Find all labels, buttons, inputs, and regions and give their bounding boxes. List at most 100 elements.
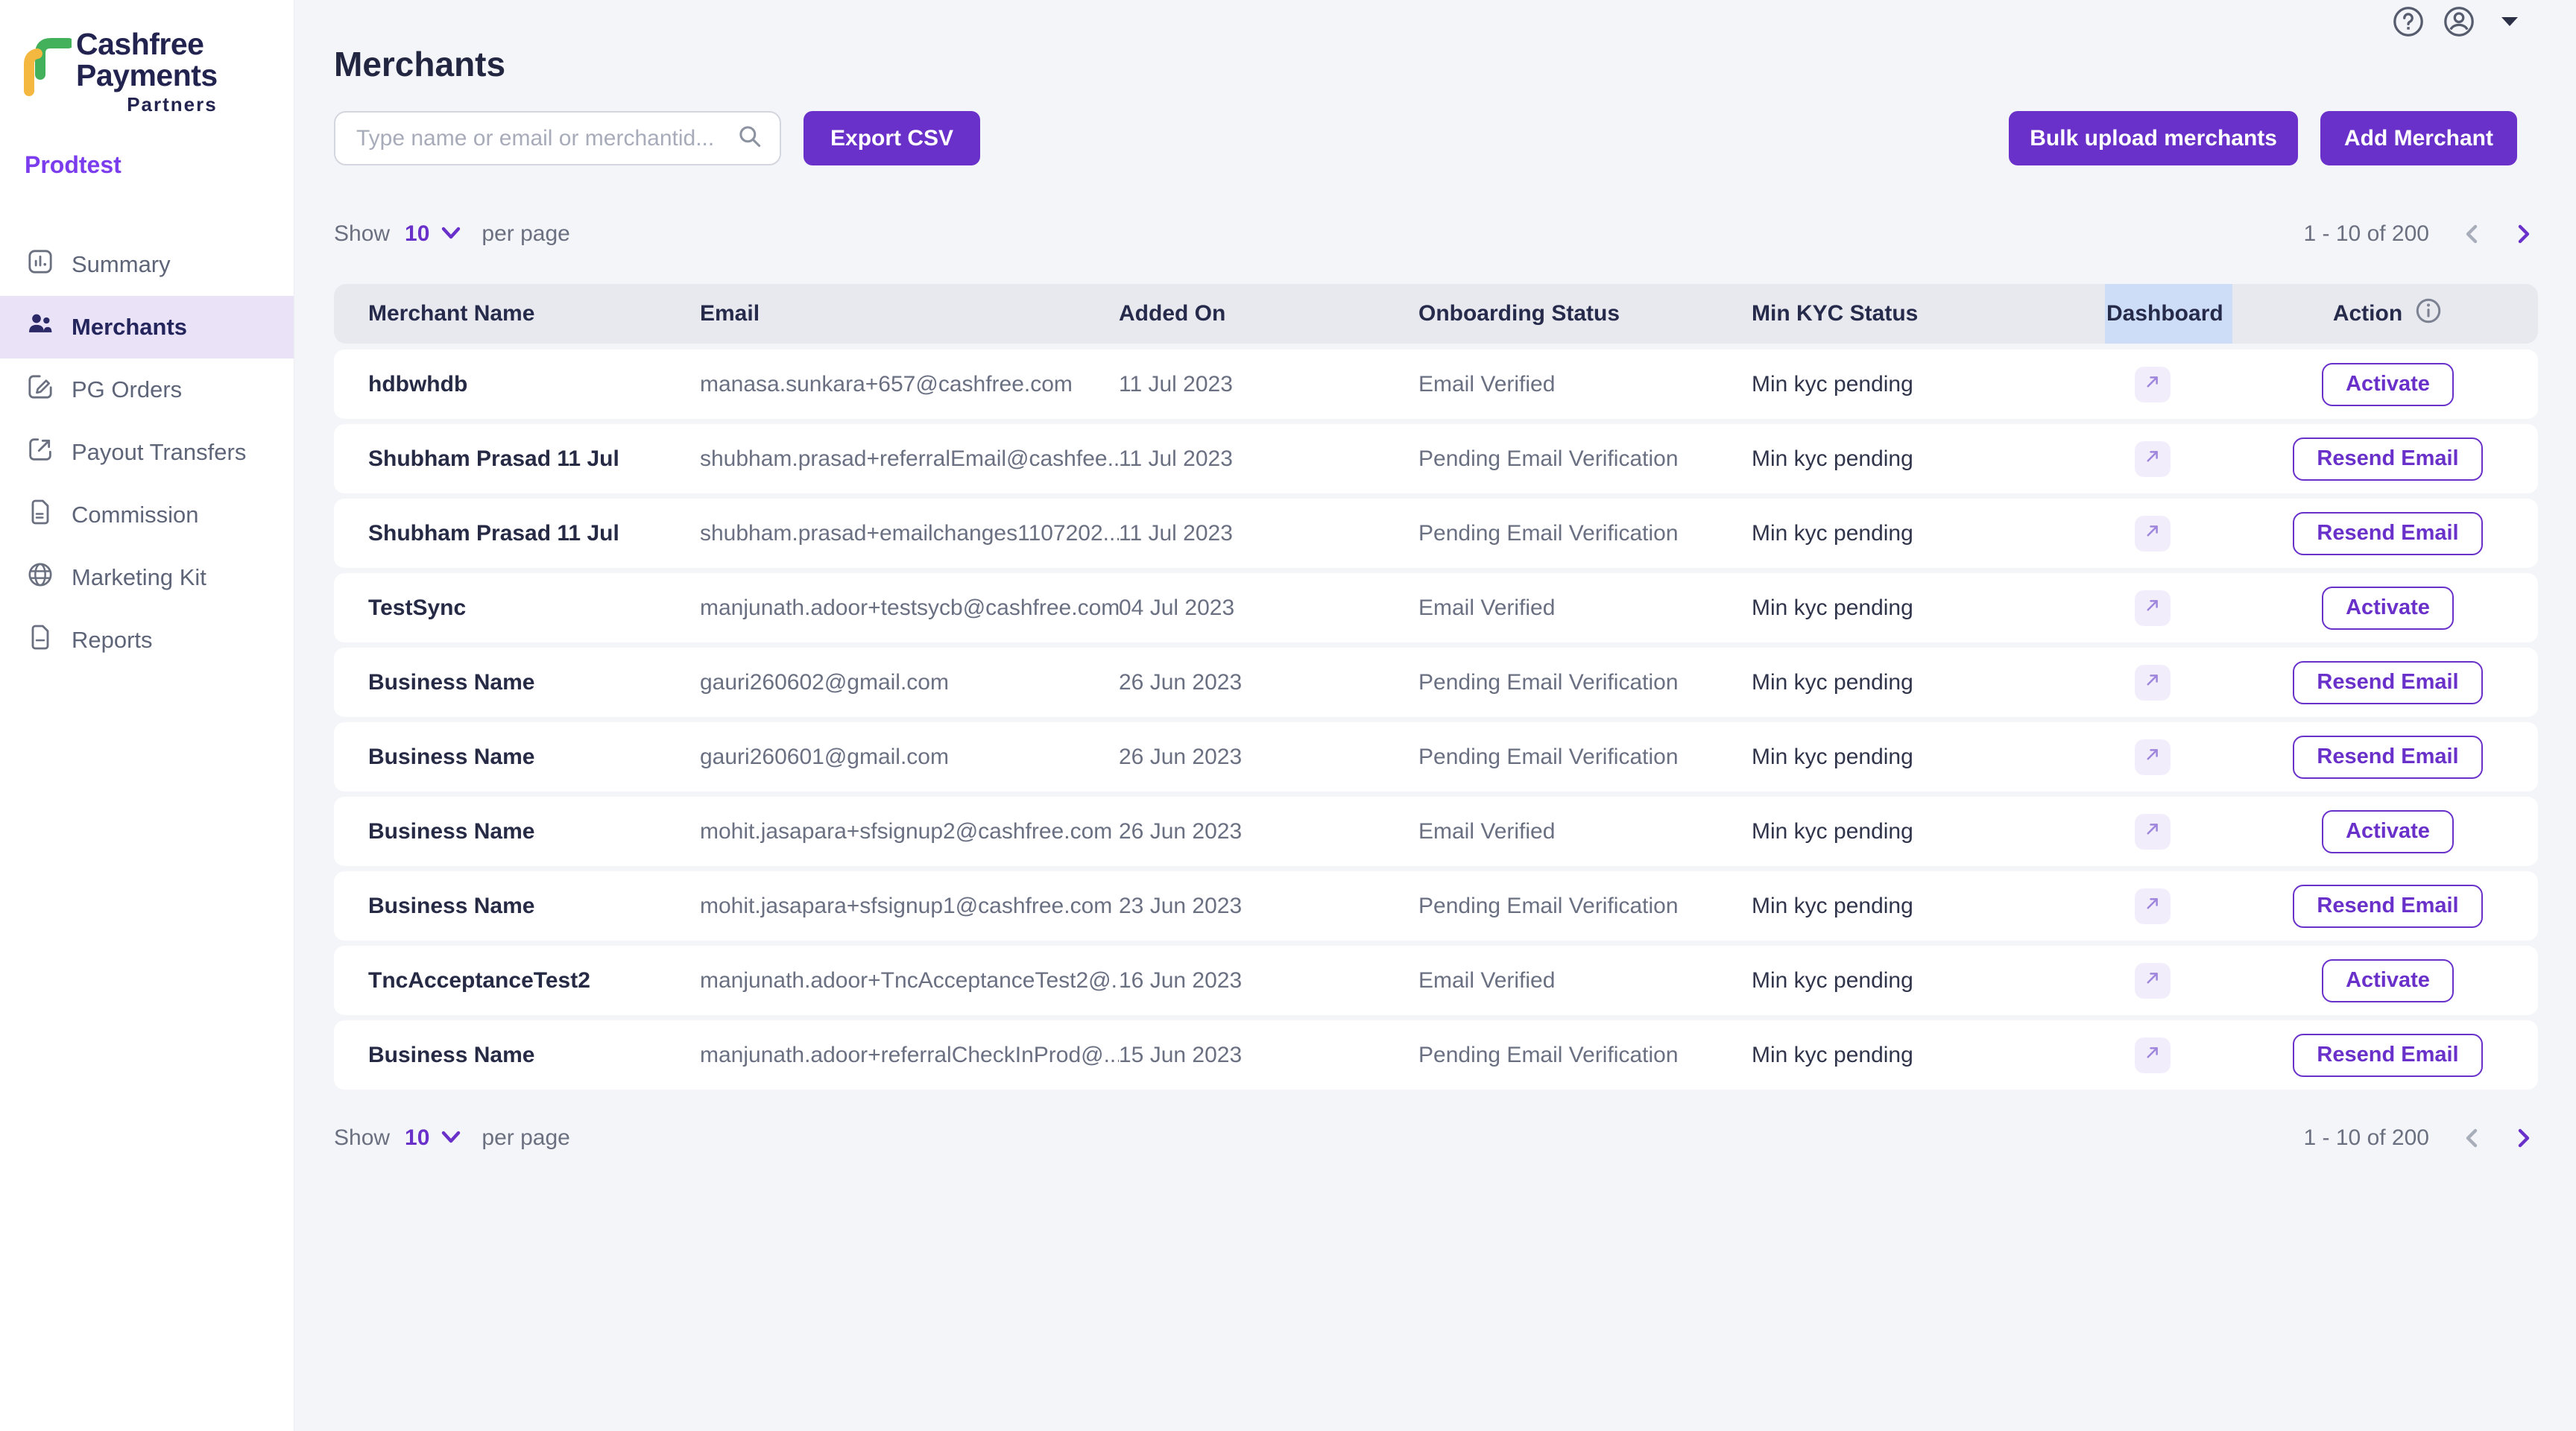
partner-name: Prodtest [25, 151, 121, 179]
cell-merchant-name: Business Name [368, 745, 700, 770]
action-button[interactable]: Resend Email [2293, 736, 2482, 779]
action-button[interactable]: Activate [2322, 810, 2454, 853]
arrow-up-right-icon [2141, 669, 2164, 697]
action-button[interactable]: Resend Email [2293, 437, 2482, 481]
arrow-up-right-icon [2141, 445, 2164, 473]
cell-merchant-name: Business Name [368, 819, 700, 844]
table-row: hdbwhdb manasa.sunkara+657@cashfree.com … [334, 350, 2538, 419]
page-range-label: 1 - 10 of 200 [2304, 1125, 2429, 1151]
bulk-upload-merchants-button[interactable]: Bulk upload merchants [2009, 111, 2298, 165]
document-icon [25, 497, 55, 533]
show-label: Show [334, 1125, 390, 1151]
cell-action: Resend Email [2284, 437, 2538, 481]
cell-onboarding-status: Pending Email Verification [1418, 894, 1752, 919]
open-dashboard-button[interactable] [2135, 516, 2171, 552]
help-icon[interactable] [2391, 4, 2425, 39]
column-email: Email [700, 284, 1119, 344]
cell-added-on: 23 Jun 2023 [1119, 894, 1418, 919]
open-dashboard-button[interactable] [2135, 1037, 2171, 1073]
sidebar-item-merchants[interactable]: Merchants [0, 296, 294, 358]
table-row: TncAcceptanceTest2 manjunath.adoor+TncAc… [334, 946, 2538, 1015]
next-page-button[interactable] [2508, 1123, 2538, 1153]
arrow-up-right-icon [2141, 818, 2164, 846]
action-button[interactable]: Resend Email [2293, 512, 2482, 555]
table-header: Merchant Name Email Added On Onboarding … [334, 284, 2538, 344]
cell-dashboard [2105, 1037, 2284, 1073]
sidebar-item-marketing-kit[interactable]: Marketing Kit [0, 546, 294, 609]
table-row: Business Name manjunath.adoor+referralCh… [334, 1020, 2538, 1090]
cell-onboarding-status: Pending Email Verification [1418, 521, 1752, 546]
open-dashboard-button[interactable] [2135, 590, 2171, 626]
cell-action: Resend Email [2284, 661, 2538, 704]
table-row: Shubham Prasad 11 Jul shubham.prasad+ema… [334, 499, 2538, 568]
next-page-button[interactable] [2508, 219, 2538, 249]
action-button[interactable]: Resend Email [2293, 1034, 2482, 1077]
open-dashboard-button[interactable] [2135, 367, 2171, 402]
chevron-down-icon[interactable] [440, 1125, 462, 1151]
cell-min-kyc-status: Min kyc pending [1752, 596, 2105, 621]
chevron-down-icon[interactable] [440, 221, 462, 247]
cell-email: mohit.jasapara+sfsignup2@cashfree.com [700, 819, 1119, 844]
prev-page-button[interactable] [2457, 219, 2487, 249]
sidebar-item-summary[interactable]: Summary [0, 233, 294, 296]
caret-down-icon[interactable] [2493, 4, 2527, 39]
info-icon[interactable] [2414, 297, 2443, 331]
cell-added-on: 26 Jun 2023 [1119, 819, 1418, 844]
globe-icon [25, 560, 55, 596]
sidebar: Cashfree Payments Partners Prodtest Summ… [0, 0, 294, 1431]
open-dashboard-button[interactable] [2135, 665, 2171, 701]
sidebar-item-payout-transfers[interactable]: Payout Transfers [0, 421, 294, 484]
page-range-label: 1 - 10 of 200 [2304, 221, 2429, 247]
column-action: Action [2284, 284, 2538, 344]
account-icon[interactable] [2442, 4, 2476, 39]
page-size-select[interactable]: 10 [405, 1125, 429, 1151]
sidebar-item-label: Marketing Kit [72, 564, 206, 591]
cell-min-kyc-status: Min kyc pending [1752, 372, 2105, 397]
cell-min-kyc-status: Min kyc pending [1752, 968, 2105, 994]
arrow-out-square-icon [25, 435, 55, 470]
cell-action: Resend Email [2284, 1034, 2538, 1077]
cashfree-logo-mark-icon [22, 28, 72, 104]
cell-added-on: 16 Jun 2023 [1119, 968, 1418, 994]
open-dashboard-button[interactable] [2135, 814, 2171, 850]
action-button[interactable]: Resend Email [2293, 661, 2482, 704]
action-button[interactable]: Activate [2322, 363, 2454, 406]
sidebar-item-reports[interactable]: Reports [0, 609, 294, 672]
sidebar-item-pg-orders[interactable]: PG Orders [0, 358, 294, 421]
page-size-select[interactable]: 10 [405, 221, 429, 247]
cell-email: shubham.prasad+referralEmail@cashfee... [700, 446, 1119, 472]
magnifier-icon[interactable] [736, 123, 763, 154]
cell-added-on: 11 Jul 2023 [1119, 521, 1418, 546]
open-dashboard-button[interactable] [2135, 739, 2171, 775]
cell-email: shubham.prasad+emailchanges1107202... [700, 521, 1119, 546]
cell-onboarding-status: Email Verified [1418, 596, 1752, 621]
table-row: Business Name gauri260601@gmail.com 26 J… [334, 722, 2538, 792]
cell-action: Activate [2284, 810, 2538, 853]
cell-onboarding-status: Email Verified [1418, 819, 1752, 844]
action-button[interactable]: Activate [2322, 959, 2454, 1002]
cell-onboarding-status: Pending Email Verification [1418, 446, 1752, 472]
cell-dashboard [2105, 665, 2284, 701]
open-dashboard-button[interactable] [2135, 888, 2171, 924]
column-added-on: Added On [1119, 284, 1418, 344]
action-button[interactable]: Activate [2322, 587, 2454, 630]
toolbar: Export CSV Bulk upload merchants Add Mer… [334, 111, 2538, 165]
topbar [2391, 4, 2527, 39]
sidebar-item-commission[interactable]: Commission [0, 484, 294, 546]
cell-min-kyc-status: Min kyc pending [1752, 1043, 2105, 1068]
cell-added-on: 04 Jul 2023 [1119, 596, 1418, 621]
search-input[interactable] [355, 125, 736, 152]
add-merchant-button[interactable]: Add Merchant [2320, 111, 2517, 165]
open-dashboard-button[interactable] [2135, 963, 2171, 999]
cell-email: mohit.jasapara+sfsignup1@cashfree.com [700, 894, 1119, 919]
export-csv-button[interactable]: Export CSV [804, 111, 980, 165]
open-dashboard-button[interactable] [2135, 441, 2171, 477]
cell-added-on: 15 Jun 2023 [1119, 1043, 1418, 1068]
prev-page-button[interactable] [2457, 1123, 2487, 1153]
cell-onboarding-status: Pending Email Verification [1418, 745, 1752, 770]
cell-merchant-name: TncAcceptanceTest2 [368, 968, 700, 994]
column-min-kyc-status: Min KYC Status [1752, 284, 2105, 344]
table-row: Shubham Prasad 11 Jul shubham.prasad+ref… [334, 424, 2538, 493]
cell-merchant-name: Business Name [368, 894, 700, 919]
action-button[interactable]: Resend Email [2293, 885, 2482, 928]
